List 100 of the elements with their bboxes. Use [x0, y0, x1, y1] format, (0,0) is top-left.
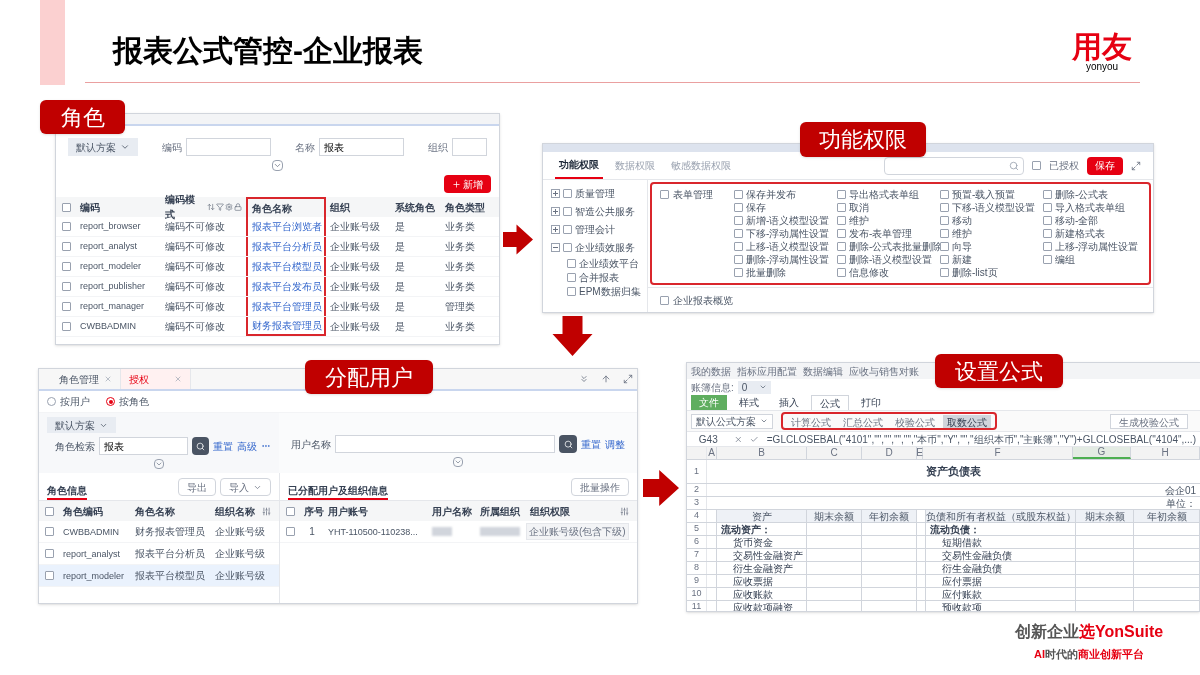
table-row[interactable]: CWBBADMIN 财务报表管理员 企业账号级 [39, 521, 279, 543]
checkbox[interactable] [563, 189, 572, 198]
search-button[interactable] [559, 435, 577, 453]
scheme-dropdown[interactable]: 默认公式方案 [691, 413, 773, 429]
formula-type-button[interactable]: 汇总公式 [839, 414, 887, 428]
checkbox[interactable] [1032, 161, 1041, 170]
input-field[interactable] [335, 435, 555, 453]
checkbox[interactable] [940, 216, 949, 225]
checkbox[interactable] [1043, 190, 1052, 199]
tab[interactable]: 授权 [121, 369, 191, 389]
scheme-dropdown[interactable]: 默认方案 [68, 138, 138, 156]
batch-button[interactable]: 批量操作 [571, 478, 629, 496]
checkbox[interactable] [567, 287, 576, 296]
checkbox[interactable] [61, 242, 71, 251]
checkbox[interactable] [1043, 255, 1052, 264]
checkbox[interactable] [660, 190, 669, 199]
checkbox[interactable] [734, 216, 743, 225]
formula-type-button[interactable]: 校验公式 [891, 414, 939, 428]
tab[interactable]: 我的数据 [691, 363, 731, 379]
checkbox[interactable] [44, 527, 54, 536]
role-link[interactable]: 报表平台模型员 [252, 259, 322, 274]
checkbox[interactable] [837, 216, 846, 225]
role-link[interactable]: 报表平台分析员 [252, 239, 322, 254]
column-settings-icon[interactable] [262, 506, 271, 516]
sort-icon[interactable] [207, 203, 215, 211]
checkbox[interactable] [660, 296, 669, 305]
checkbox[interactable] [1043, 229, 1052, 238]
settings-icon[interactable] [225, 203, 233, 211]
scheme-dropdown[interactable]: 默认方案 [47, 417, 116, 433]
menu-tab[interactable]: 样式 [731, 395, 767, 410]
expand-toggle[interactable] [551, 207, 560, 216]
checkbox[interactable] [837, 268, 846, 277]
tab[interactable]: 指标应用配置 [737, 363, 797, 379]
checkbox[interactable] [285, 506, 295, 516]
upload-icon[interactable] [601, 374, 611, 384]
role-link[interactable]: 报表平台管理员 [252, 299, 322, 314]
expand-toggle[interactable] [551, 189, 560, 198]
checkbox[interactable] [44, 506, 54, 516]
ledger-dropdown[interactable]: 0 [737, 380, 772, 394]
table-row[interactable]: report_analyst 报表平台分析员 企业账号级 [39, 543, 279, 565]
tab[interactable]: 功能权限 [555, 152, 603, 179]
checkbox[interactable] [1043, 216, 1052, 225]
export-button[interactable]: 导出 [178, 478, 216, 496]
checkbox[interactable] [837, 203, 846, 212]
formula-type-button[interactable]: 取数公式 [943, 414, 991, 428]
add-button[interactable]: 新增 [444, 175, 491, 193]
checkbox[interactable] [285, 527, 295, 536]
chevrons-down-icon[interactable] [579, 374, 589, 384]
input-field[interactable]: 报表 [319, 138, 404, 156]
checkbox[interactable] [61, 222, 71, 231]
collapse-toggle[interactable] [551, 243, 560, 252]
checkbox[interactable] [940, 268, 949, 277]
checkbox[interactable] [1043, 242, 1052, 251]
input-field[interactable] [452, 138, 487, 156]
checkbox[interactable] [940, 229, 949, 238]
cancel-icon[interactable] [733, 434, 743, 444]
checkbox[interactable] [734, 190, 743, 199]
checkbox[interactable] [563, 225, 572, 234]
search-button[interactable] [192, 437, 210, 455]
checkbox[interactable] [567, 259, 576, 268]
table-row[interactable]: report_modeler 报表平台模型员 企业账号级 [39, 565, 279, 587]
checkbox[interactable] [1043, 203, 1052, 212]
radio-button[interactable] [47, 397, 56, 406]
checkbox[interactable] [61, 202, 71, 212]
expand-icon[interactable] [453, 457, 463, 467]
filter-icon[interactable] [216, 203, 224, 211]
checkbox[interactable] [837, 255, 846, 264]
import-button[interactable]: 导入 [220, 478, 271, 496]
checkbox[interactable] [734, 203, 743, 212]
checkbox[interactable] [61, 262, 71, 271]
checkbox[interactable] [940, 190, 949, 199]
checkbox[interactable] [940, 242, 949, 251]
formula-type-button[interactable]: 计算公式 [787, 414, 835, 428]
menu-tab[interactable]: 公式 [811, 395, 849, 410]
menu-tab[interactable]: 打印 [853, 395, 889, 410]
role-link[interactable]: 报表平台浏览者 [252, 219, 322, 234]
checkbox[interactable] [734, 255, 743, 264]
search-field[interactable] [884, 156, 1024, 175]
tab[interactable]: 应收与销售对账 [849, 363, 919, 379]
expand-icon[interactable] [154, 459, 164, 469]
confirm-icon[interactable] [750, 434, 759, 444]
checkbox[interactable] [61, 302, 71, 311]
checkbox[interactable] [567, 273, 576, 282]
expand-icon[interactable] [272, 160, 283, 171]
tab[interactable]: 数据编辑 [803, 363, 843, 379]
role-link[interactable]: 报表平台发布员 [252, 279, 322, 294]
radio-button[interactable] [106, 397, 115, 406]
generate-button[interactable]: 生成校验公式 [1110, 413, 1188, 429]
checkbox[interactable] [837, 190, 846, 199]
link[interactable]: 高级 [237, 438, 258, 454]
fullscreen-icon[interactable] [623, 374, 633, 384]
checkbox[interactable] [734, 242, 743, 251]
menu-tab[interactable]: 插入 [771, 395, 807, 410]
checkbox[interactable] [940, 255, 949, 264]
column-settings-icon[interactable] [620, 506, 629, 516]
input-field[interactable]: 报表 [99, 437, 188, 455]
lock-icon[interactable] [234, 203, 242, 211]
checkbox[interactable] [61, 322, 71, 331]
checkbox[interactable] [837, 229, 846, 238]
link[interactable]: 调整 [605, 436, 625, 452]
